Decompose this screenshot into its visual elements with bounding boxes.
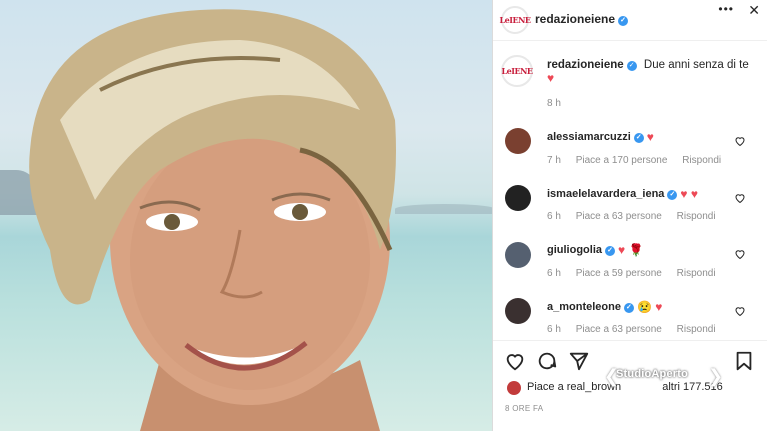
watermark-right-arrow-icon: ❯ <box>708 366 724 386</box>
comment-avatar[interactable] <box>505 128 531 154</box>
comment-avatar[interactable] <box>505 298 531 324</box>
comment-author[interactable]: ismaelelavardera_iena ✓ ♥ ♥ <box>547 187 698 201</box>
close-icon[interactable]: ✕ <box>748 2 760 19</box>
comment-likes[interactable]: Piace a 63 persone <box>576 211 662 222</box>
bookmark-icon[interactable] <box>733 350 755 372</box>
heart-icon[interactable] <box>504 350 526 372</box>
comment-username: ismaelelavardera_iena <box>547 188 665 200</box>
caption-avatar[interactable]: LeIENE <box>501 55 533 87</box>
comment-username: giuliogolia <box>547 244 602 256</box>
more-options-icon[interactable]: ••• <box>718 2 734 16</box>
brand-logo: LeIENE <box>499 15 531 25</box>
caption-age: 8 h <box>547 98 561 109</box>
caption-text: Due anni senza di te <box>643 59 749 71</box>
verified-icon: ✓ <box>626 61 637 71</box>
comment-username: alessiamarcuzzi <box>547 131 631 143</box>
verified-icon: ✓ <box>623 303 634 313</box>
verified-icon: ✓ <box>633 133 644 143</box>
reply-link[interactable]: Rispondi <box>677 268 716 279</box>
verified-icon: ✓ <box>667 190 678 200</box>
comment-likes[interactable]: Piace a 63 persone <box>576 324 662 335</box>
comment-avatar[interactable] <box>505 185 531 211</box>
share-icon[interactable] <box>568 350 590 372</box>
likes-summary[interactable]: Piace a real_brown altri 177.516 <box>527 381 723 393</box>
liker-avatar[interactable] <box>507 381 521 395</box>
comment-meta: 6 h Piace a 63 persone Rispondi <box>547 324 728 335</box>
post-photo[interactable] <box>0 0 492 431</box>
post-caption: redazioneiene ✓ Due anni senza di te ♥ <box>547 59 757 85</box>
post-header: LeIENE redazioneiene ✓ ••• ✕ <box>493 0 767 41</box>
comment-emoji: ♥ 🌹 <box>618 243 644 257</box>
comment-time: 6 h <box>547 324 561 335</box>
header-avatar[interactable]: LeIENE <box>499 6 531 34</box>
verified-icon: ✓ <box>618 16 629 26</box>
comment-time: 6 h <box>547 268 561 279</box>
caption-username[interactable]: redazioneiene <box>547 59 624 71</box>
comment-emoji: 😢 ♥ <box>636 300 663 314</box>
comment-emoji: ♥ <box>646 130 654 144</box>
reply-link[interactable]: Rispondi <box>677 324 716 335</box>
comment-time: 7 h <box>547 155 561 166</box>
comment-likes[interactable]: Piace a 59 persone <box>576 268 662 279</box>
post-timestamp: 8 ORE FA <box>505 404 544 413</box>
like-comment-icon[interactable] <box>734 305 746 317</box>
comment-author[interactable]: a_monteleone ✓ 😢 ♥ <box>547 300 662 314</box>
post-sidebar: LeIENE redazioneiene ✓ ••• ✕ LeIENE redaz… <box>492 0 767 431</box>
comment-icon[interactable] <box>536 350 558 372</box>
like-comment-icon[interactable] <box>734 192 746 204</box>
heart-emoji: ♥ <box>547 71 555 85</box>
like-comment-icon[interactable] <box>734 135 746 147</box>
comment-meta: 7 h Piace a 170 persone Rispondi <box>547 155 733 166</box>
comment-meta: 6 h Piace a 63 persone Rispondi <box>547 211 728 222</box>
comment-username: a_monteleone <box>547 301 621 313</box>
comment-author[interactable]: giuliogolia ✓ ♥ 🌹 <box>547 243 643 257</box>
comment-likes[interactable]: Piace a 170 persone <box>576 155 668 166</box>
reply-link[interactable]: Rispondi <box>677 211 716 222</box>
comment-author[interactable]: alessiamarcuzzi ✓ ♥ <box>547 130 654 144</box>
brand-logo: LeIENE <box>501 66 533 76</box>
header-username[interactable]: redazioneiene ✓ <box>535 12 629 26</box>
reply-link[interactable]: Rispondi <box>682 155 721 166</box>
comment-avatar[interactable] <box>505 242 531 268</box>
verified-icon: ✓ <box>605 246 615 256</box>
comment-time: 6 h <box>547 211 561 222</box>
comment-meta: 6 h Piace a 59 persone Rispondi <box>547 268 728 279</box>
tv-watermark: StudioAperto <box>616 368 689 380</box>
like-comment-icon[interactable] <box>734 248 746 260</box>
comment-emoji: ♥ ♥ <box>680 187 699 201</box>
portrait-illustration <box>29 9 397 431</box>
header-username-text: redazioneiene <box>535 12 616 26</box>
